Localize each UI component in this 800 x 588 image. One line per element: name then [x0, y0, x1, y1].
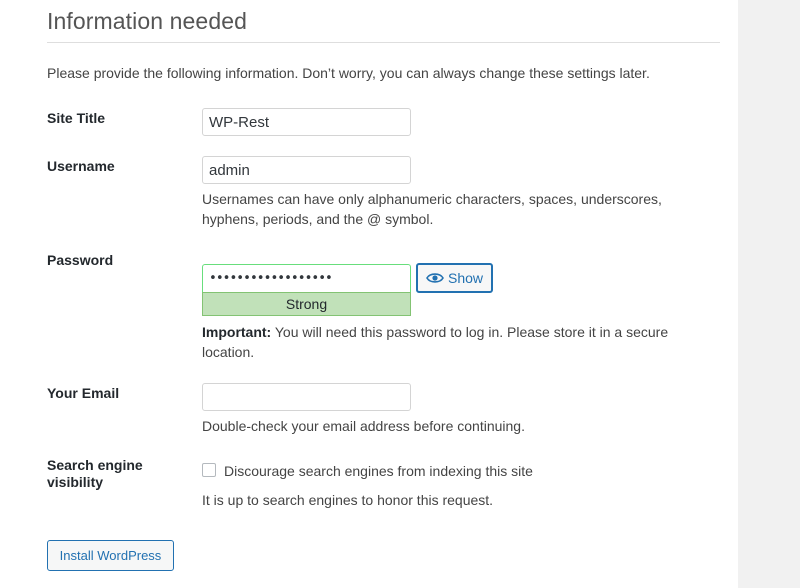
username-description-line: hyphens, periods, and the @ symbol. [202, 211, 434, 227]
site-title-label: Site Title [47, 110, 106, 126]
username-input[interactable] [202, 156, 411, 184]
setup-form-card: Information needed Please provide the fo… [0, 0, 738, 588]
search-visibility-label-line: Search engine [47, 457, 143, 473]
important-label: Important: [202, 324, 272, 340]
important-text: You will need this password to log in. P… [271, 324, 669, 340]
email-description: Double-check your email address before c… [202, 418, 525, 434]
password-strength-meter: Strong [202, 292, 411, 316]
username-description-line: Usernames can have only alphanumeric cha… [202, 191, 662, 207]
email-label: Your Email [47, 385, 120, 401]
password-label: Password [47, 252, 114, 268]
search-visibility-label-line: visibility [47, 474, 104, 490]
page-title: Information needed [47, 8, 247, 34]
search-visibility-label: Search engine visibility [47, 457, 143, 491]
heading-divider [47, 42, 720, 43]
show-password-label: Show [447, 270, 484, 286]
email-input[interactable] [202, 383, 411, 411]
important-text-line: location. [202, 344, 255, 360]
intro-text: Please provide the following information… [47, 65, 650, 81]
discourage-search-label[interactable]: Discourage search engines from indexing … [224, 463, 533, 480]
password-important-note: Important: You will need this password t… [202, 322, 668, 362]
eye-icon [426, 272, 444, 284]
site-title-input[interactable] [202, 108, 411, 136]
username-label: Username [47, 158, 115, 174]
show-password-button[interactable]: Show [416, 263, 493, 293]
password-input[interactable] [202, 264, 411, 292]
search-visibility-description: It is up to search engines to honor this… [202, 492, 494, 508]
install-wordpress-button[interactable]: Install WordPress [47, 540, 174, 571]
username-description: Usernames can have only alphanumeric cha… [202, 189, 662, 229]
discourage-search-checkbox[interactable] [202, 463, 216, 477]
